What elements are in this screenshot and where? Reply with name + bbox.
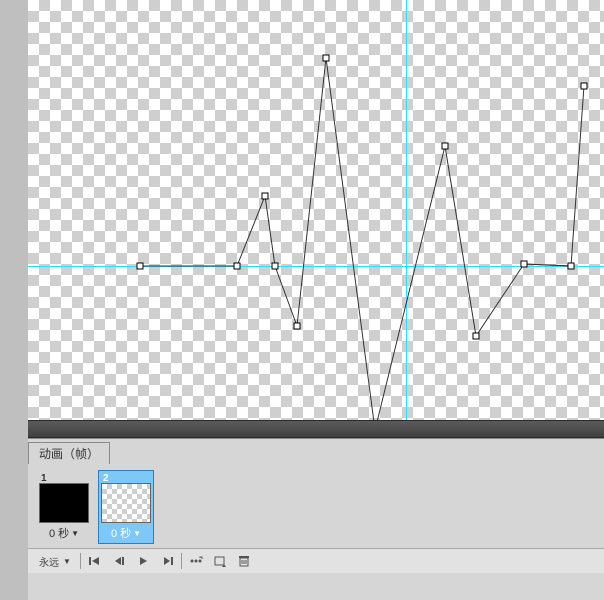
trash-icon (237, 554, 251, 568)
new-frame-button[interactable] (208, 551, 232, 571)
next-frame-button[interactable] (155, 551, 179, 571)
tween-icon (189, 554, 203, 568)
loop-label: 永远 (39, 554, 59, 569)
frame-delay-label: 0 秒 (111, 525, 131, 541)
canvas-transparency-grid (28, 0, 604, 420)
new-frame-icon (213, 554, 227, 568)
tween-button[interactable] (184, 551, 208, 571)
first-frame-button[interactable] (83, 551, 107, 571)
frame-number: 2 (103, 473, 109, 484)
frame-2[interactable]: 2 0 秒 ▼ (98, 470, 154, 544)
separator (181, 553, 182, 569)
animation-tab[interactable]: 动画（帧） (28, 442, 110, 464)
first-frame-icon (88, 554, 102, 568)
frames-row: 1 0 秒 ▼ 2 0 秒 ▼ (28, 464, 604, 548)
guide-horizontal[interactable] (28, 266, 604, 267)
separator (80, 553, 81, 569)
frame-delay-button[interactable]: 0 秒 ▼ (49, 525, 79, 541)
frame-delay-label: 0 秒 (49, 525, 69, 541)
chevron-down-icon: ▼ (71, 529, 79, 538)
chevron-down-icon: ▼ (63, 557, 71, 566)
frame-delay-button[interactable]: 0 秒 ▼ (111, 525, 141, 541)
prev-frame-icon (112, 554, 126, 568)
frame-thumb (101, 483, 151, 523)
canvas-bottom-scrollbar[interactable] (28, 420, 604, 438)
controls-bar: 永远 ▼ (28, 548, 604, 573)
left-gutter (0, 0, 28, 420)
frame-1[interactable]: 1 0 秒 ▼ (36, 470, 92, 544)
prev-frame-button[interactable] (107, 551, 131, 571)
frame-thumb (39, 483, 89, 523)
play-icon (136, 554, 150, 568)
chevron-down-icon: ▼ (133, 529, 141, 538)
delete-frame-button[interactable] (232, 551, 256, 571)
guide-vertical[interactable] (406, 0, 407, 420)
frame-number: 1 (41, 473, 47, 484)
play-button[interactable] (131, 551, 155, 571)
animation-panel: 动画（帧） 1 0 秒 ▼ 2 0 秒 ▼ 永远 ▼ (28, 438, 604, 600)
next-frame-icon (160, 554, 174, 568)
canvas-area[interactable] (28, 0, 604, 420)
loop-dropdown[interactable]: 永远 ▼ (32, 551, 78, 571)
